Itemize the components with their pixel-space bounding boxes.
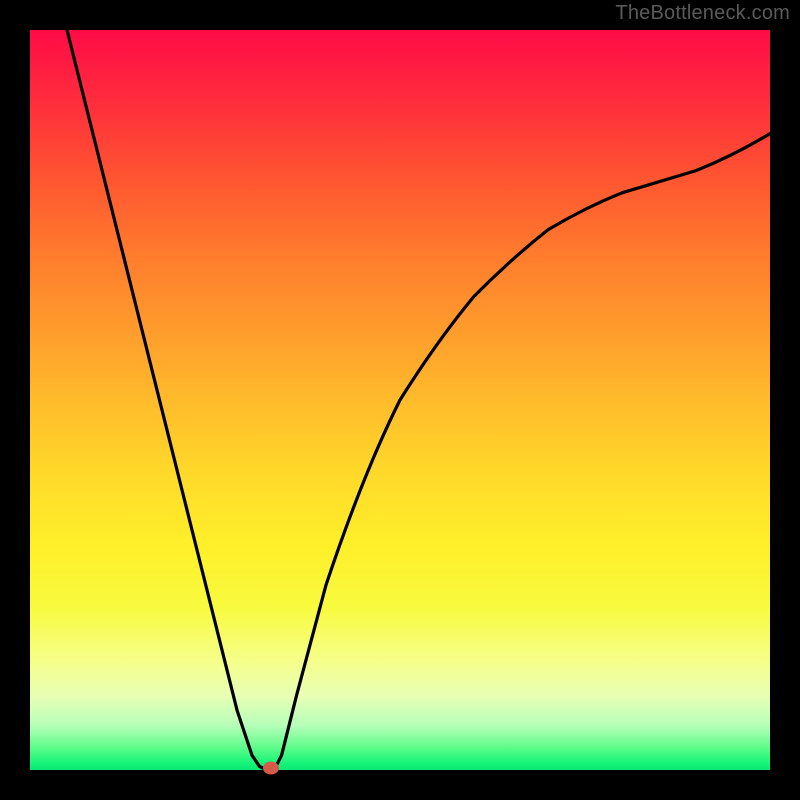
chart-frame: TheBottleneck.com: [0, 0, 800, 800]
watermark-text: TheBottleneck.com: [615, 2, 790, 25]
minimum-marker: [263, 762, 279, 775]
bottleneck-curve: [30, 30, 770, 770]
curve-path: [67, 30, 770, 770]
plot-area: [30, 30, 770, 770]
